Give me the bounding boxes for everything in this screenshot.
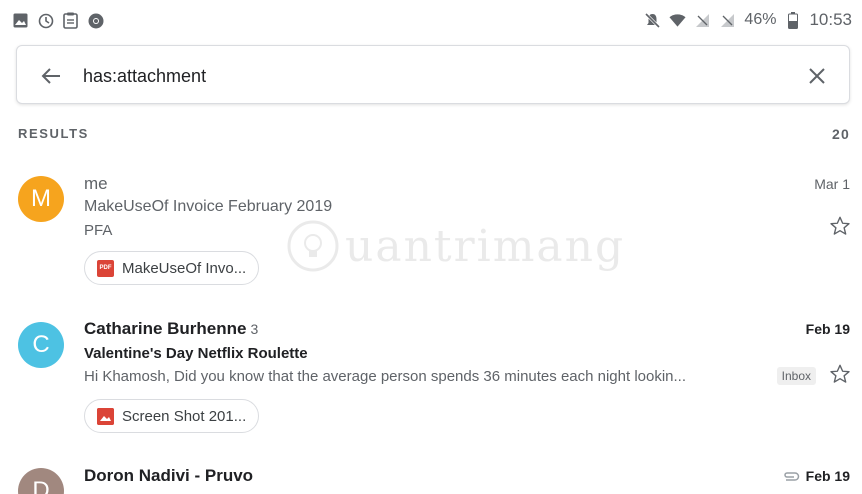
battery-level: 46%	[744, 11, 777, 28]
attachment-chip[interactable]: PDF MakeUseOf Invo...	[84, 251, 260, 285]
search-input[interactable]	[83, 62, 763, 90]
battery-icon	[784, 11, 801, 29]
paperclip-icon	[783, 472, 799, 481]
results-count: 20	[832, 126, 850, 142]
attachment-chip[interactable]: Screen Shot 201...	[84, 399, 260, 433]
image-file-icon	[97, 407, 114, 425]
attachment-name: MakeUseOf Invo...	[122, 259, 247, 277]
clipboard-icon	[62, 12, 79, 29]
lightbulb-logo-icon	[287, 220, 339, 272]
email-date: Feb 19	[805, 321, 850, 337]
watermark: uantrimang	[285, 218, 625, 274]
thread-count: 3	[250, 321, 259, 337]
wifi-icon	[669, 12, 686, 29]
sender-name: Catharine Burhenne 3	[84, 319, 259, 338]
inbox-label: Inbox	[776, 367, 816, 385]
star-button[interactable]	[828, 362, 852, 386]
arrow-back-icon	[41, 68, 60, 84]
image-icon	[12, 12, 29, 29]
chrome-icon	[87, 12, 104, 29]
star-icon	[830, 216, 850, 235]
email-row-2[interactable]: C Catharine Burhenne 3 Valentine's Day Ne…	[0, 300, 862, 440]
star-button[interactable]	[828, 214, 852, 238]
notification-icons	[12, 12, 104, 29]
clock-icon	[37, 12, 54, 29]
avatar[interactable]: D	[18, 468, 64, 494]
email-snippet: PFA	[84, 222, 113, 239]
signal-icon-2	[719, 12, 736, 29]
search-bar	[16, 45, 850, 104]
signal-icon	[694, 12, 711, 29]
pdf-file-icon: PDF	[97, 259, 114, 277]
clock: 10:53	[809, 10, 852, 29]
mute-icon	[644, 12, 661, 29]
sender-name: me	[84, 174, 108, 193]
email-date: Feb 19	[782, 468, 850, 484]
watermark-text: uantrimang	[345, 220, 626, 272]
email-row-3[interactable]: D Doron Nadivi - Pruvo Feb 19	[0, 448, 862, 494]
system-status: 46% 10:53	[644, 10, 852, 30]
avatar[interactable]: M	[18, 176, 64, 222]
results-header: RESULTS 20	[18, 126, 850, 146]
star-icon	[830, 364, 850, 383]
email-subject: MakeUseOf Invoice February 2019	[84, 198, 333, 215]
avatar[interactable]: C	[18, 322, 64, 368]
back-button[interactable]	[37, 62, 65, 90]
status-bar: 46% 10:53	[0, 0, 862, 42]
clear-search-button[interactable]	[803, 62, 831, 90]
email-snippet: Hi Khamosh, Did you know that the averag…	[84, 368, 687, 385]
results-label: RESULTS	[18, 126, 89, 141]
attachment-name: Screen Shot 201...	[122, 407, 247, 425]
close-icon	[809, 68, 825, 84]
email-date: Mar 1	[814, 176, 850, 192]
email-subject: Valentine's Day Netflix Roulette	[84, 345, 308, 362]
sender-name: Doron Nadivi - Pruvo	[84, 466, 254, 485]
